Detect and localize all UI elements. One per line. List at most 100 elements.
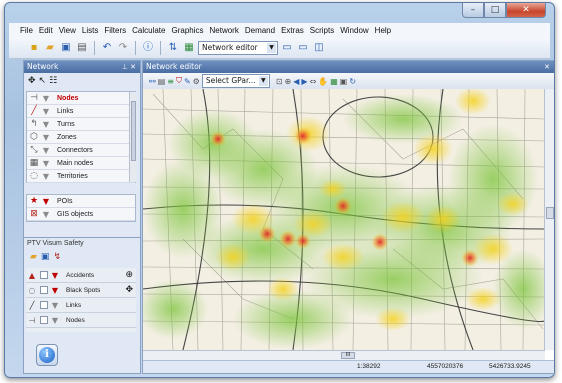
checkbox[interactable] — [40, 286, 48, 294]
filter-icon[interactable]: ▼ — [41, 146, 51, 155]
checkbox[interactable] — [40, 316, 48, 324]
menu-edit[interactable]: Edit — [36, 26, 56, 35]
filter-icon[interactable]: ▼ — [41, 107, 51, 116]
filter-icon[interactable]: ▼ — [50, 286, 60, 295]
list-item-links[interactable]: ╱ ▼ Links — [27, 105, 135, 118]
list-item-accidents[interactable]: ▲ ▼ Accidents ⊕ — [26, 268, 136, 283]
list-item-connectors[interactable]: ⤡ ▼ Connectors — [27, 144, 135, 157]
menu-filters[interactable]: Filters — [101, 26, 129, 35]
layers-icon[interactable]: ≡ — [167, 77, 174, 86]
network-list-scrollbar[interactable] — [129, 92, 136, 182]
filter-icon[interactable]: ▼ — [50, 301, 60, 310]
refresh-icon[interactable]: ↻ — [349, 77, 356, 86]
redo-icon[interactable]: ↷ — [116, 41, 130, 55]
map-icon[interactable]: ▦ — [330, 77, 338, 86]
legend-icon[interactable]: ▣ — [340, 77, 348, 86]
filter-icon[interactable]: ▼ — [41, 94, 51, 103]
menu-network[interactable]: Network — [207, 26, 242, 35]
new-file-icon[interactable]: ▪ — [27, 41, 41, 55]
filter-icon[interactable]: ▼ — [50, 271, 60, 280]
title-bar: – □ ✕ — [5, 3, 554, 21]
list-icon[interactable]: ☷ — [49, 76, 57, 86]
tile-vertical-icon[interactable]: ◫ — [312, 41, 326, 55]
menu-window[interactable]: Window — [337, 26, 371, 35]
graphic-params-icon[interactable]: ✎ — [184, 77, 191, 86]
graphic-params-select[interactable]: Select GPar... ▼ — [201, 74, 270, 88]
minimize-button[interactable]: – — [462, 3, 484, 18]
save-icon[interactable]: ▣ — [59, 41, 73, 55]
close-button[interactable]: ✕ — [506, 3, 546, 18]
editor-select-value: Network editor — [202, 42, 258, 52]
pan-hand-icon[interactable]: ✋ — [318, 77, 328, 86]
list-item-territories[interactable]: ◌ ▼ Territories — [27, 170, 135, 183]
list-item-gis-objects[interactable]: ⊠ ▼ GIS objects — [27, 208, 135, 221]
filter-icon[interactable]: ▼ — [41, 210, 51, 219]
move-icon[interactable]: ✥ — [125, 285, 133, 295]
list-item-pois[interactable]: ★ ▼ POIs — [27, 195, 135, 208]
layout-icon[interactable]: ▦ — [182, 41, 196, 55]
link-icon: ╱ — [29, 300, 35, 310]
menu-extras[interactable]: Extras — [278, 26, 307, 35]
safety-list: ▲ ▼ Accidents ⊕ ◌ ▼ Black Spots ✥ ╱ ▼ Li… — [26, 268, 136, 332]
open-folder-icon[interactable]: ▰ — [43, 41, 57, 55]
menu-demand[interactable]: Demand — [242, 26, 278, 35]
wand-icon[interactable]: ↯ — [53, 252, 61, 262]
zoom-window-icon[interactable]: ⊡ — [276, 77, 283, 86]
list-item-label: Links — [57, 107, 74, 115]
list-item-nodes[interactable]: ⊣ ▼ Nodes — [27, 92, 135, 105]
filter-icon[interactable]: ▼ — [41, 172, 51, 181]
map-horizontal-scrollbar[interactable]: III — [143, 350, 545, 360]
list-item-main-nodes[interactable]: ▦ ▼ Main nodes — [27, 157, 135, 170]
checkbox[interactable] — [40, 271, 48, 279]
binoculars-icon[interactable]: ⚯ — [149, 77, 156, 86]
menu-calculate[interactable]: Calculate — [129, 26, 168, 35]
filter-icon[interactable]: ▼ — [41, 133, 51, 142]
menu-scripts[interactable]: Scripts — [307, 26, 337, 35]
filter-icon[interactable]: ▼ — [50, 316, 60, 325]
scale-readout: 1:38292 — [357, 363, 381, 370]
pin-icon[interactable]: ⊥ ✕ — [122, 61, 136, 73]
print-icon[interactable]: ▤ — [75, 41, 89, 55]
list-item-label: Main nodes — [57, 159, 94, 167]
editor-select[interactable]: Network editor ▼ — [198, 40, 278, 55]
settings-icon[interactable]: ⚙ — [193, 77, 200, 86]
forward-icon[interactable]: ▶ — [301, 77, 307, 86]
menu-lists[interactable]: Lists — [79, 26, 101, 35]
pointer-icon[interactable]: ↖ — [39, 76, 47, 86]
maximize-button[interactable]: □ — [484, 3, 506, 18]
network-object-list: ⊣ ▼ Nodes ╱ ▼ Links ↰ ▼ Turns ⬡ ▼ Zones … — [26, 91, 136, 183]
map-canvas[interactable] — [143, 89, 545, 350]
menu-help[interactable]: Help — [372, 26, 394, 35]
list-item-zones[interactable]: ⬡ ▼ Zones — [27, 131, 135, 144]
fit-icon[interactable]: ⇔ — [310, 77, 317, 86]
table-icon[interactable]: ▤ — [158, 77, 166, 86]
undo-icon[interactable]: ↶ — [100, 41, 114, 55]
tile-horizontal-icon[interactable]: ▭ — [296, 41, 310, 55]
window-layout-icon[interactable]: ▭ — [280, 41, 294, 55]
filter-icon[interactable]: ▼ — [41, 197, 51, 206]
close-icon[interactable]: ✕ — [544, 61, 550, 73]
filter-icon[interactable]: ▼ — [41, 120, 51, 129]
list-item-safety-links[interactable]: ╱ ▼ Links — [26, 298, 136, 313]
y-coordinate-readout: 5426733.9245 — [489, 363, 531, 370]
back-icon[interactable]: ◀ — [293, 77, 299, 86]
chevron-down-icon: ▼ — [258, 76, 268, 86]
info-icon[interactable]: ⓘ — [141, 41, 155, 55]
filter-icon[interactable]: ▼ — [41, 159, 51, 168]
info-button[interactable]: i — [36, 344, 58, 366]
save-icon[interactable]: ▣ — [41, 252, 50, 262]
list-item-black-spots[interactable]: ◌ ▼ Black Spots ✥ — [26, 283, 136, 298]
map-vertical-scrollbar[interactable] — [544, 89, 554, 350]
list-item-safety-nodes[interactable]: ⊣ ▼ Nodes — [26, 313, 136, 328]
menu-graphics[interactable]: Graphics — [168, 26, 206, 35]
network-icon[interactable]: ⇅ — [166, 41, 180, 55]
menu-file[interactable]: File — [17, 26, 36, 35]
move-icon[interactable]: ✥ — [28, 76, 36, 86]
query-icon[interactable]: ⊕ — [125, 270, 133, 280]
checkbox[interactable] — [40, 301, 48, 309]
open-folder-icon[interactable]: ▰ — [30, 252, 37, 262]
filter-icon[interactable]: ⛉ — [176, 76, 182, 86]
list-item-turns[interactable]: ↰ ▼ Turns — [27, 118, 135, 131]
zoom-in-icon[interactable]: ⊕ — [285, 77, 292, 86]
menu-view[interactable]: View — [56, 26, 79, 35]
